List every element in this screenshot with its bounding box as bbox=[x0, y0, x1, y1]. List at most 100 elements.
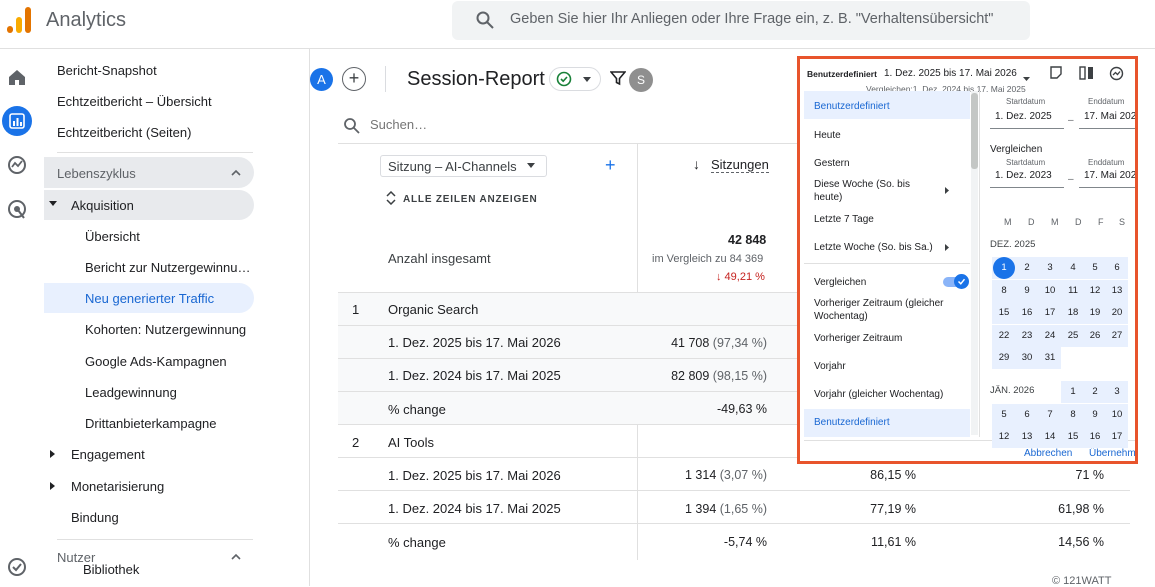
compare-prev-period[interactable]: Vorheriger Zeitraum bbox=[814, 332, 902, 345]
calendar-day[interactable]: 22 bbox=[993, 325, 1015, 347]
calendar-day[interactable]: 6 bbox=[1016, 404, 1038, 426]
caret-right-icon[interactable] bbox=[50, 450, 56, 458]
calendar-day[interactable]: 15 bbox=[993, 302, 1015, 324]
calendar-day[interactable]: 18 bbox=[1062, 302, 1084, 324]
calendar-day[interactable]: 30 bbox=[1016, 347, 1038, 369]
preset-scrollbar-thumb[interactable] bbox=[971, 93, 978, 169]
annotation-icon[interactable] bbox=[1049, 66, 1063, 80]
calendar-day[interactable]: 13 bbox=[1016, 426, 1038, 448]
caret-right-icon[interactable] bbox=[945, 187, 950, 194]
sidebar-item-cohorts[interactable]: Kohorten: Nutzergewinnung bbox=[85, 322, 246, 337]
calendar-day[interactable]: 11 bbox=[1062, 280, 1084, 302]
calendar-day[interactable]: 26 bbox=[1084, 325, 1106, 347]
cmp-start-date-field[interactable]: 1. Dez. 2023 bbox=[990, 166, 1064, 188]
sidebar-item-retention[interactable]: Bindung bbox=[71, 510, 119, 525]
compare-prev-year-weekday[interactable]: Vorjahr (gleicher Wochentag) bbox=[814, 388, 943, 401]
sidebar-item-realtime-pages[interactable]: Echtzeitbericht (Seiten) bbox=[57, 125, 191, 140]
sidebar-item-traffic-acquisition[interactable]: Neu generierter Traffic bbox=[85, 291, 214, 306]
advertising-icon[interactable] bbox=[6, 198, 28, 220]
calendar-day[interactable]: 5 bbox=[1084, 257, 1106, 279]
cmp-end-date-field[interactable]: 17. Mai 2024 bbox=[1079, 166, 1135, 188]
chevron-up-icon[interactable] bbox=[230, 168, 242, 178]
explore-icon[interactable] bbox=[6, 154, 28, 176]
caret-down-icon[interactable] bbox=[1023, 77, 1030, 82]
start-date-field[interactable]: 1. Dez. 2025 bbox=[990, 107, 1064, 129]
apply-button[interactable]: Übernehmen bbox=[1089, 448, 1135, 459]
calendar-day[interactable]: 27 bbox=[1106, 325, 1128, 347]
table-search-input[interactable] bbox=[370, 117, 570, 132]
calendar-day[interactable]: 7 bbox=[1039, 404, 1061, 426]
calendar-day[interactable]: 2 bbox=[1016, 257, 1038, 279]
calendar-day[interactable]: 12 bbox=[1084, 280, 1106, 302]
sidebar-item-lead-acquisition[interactable]: Leadgewinnung bbox=[85, 385, 177, 400]
calendar-day[interactable]: 19 bbox=[1084, 302, 1106, 324]
insights-icon[interactable] bbox=[1109, 66, 1124, 81]
calendar-day[interactable]: 15 bbox=[1062, 426, 1084, 448]
preset-last-week[interactable]: Letzte Woche (So. bis Sa.) bbox=[814, 241, 933, 254]
sidebar-item-third-party[interactable]: Drittanbieterkampagne bbox=[85, 416, 217, 431]
calendar-day[interactable]: 20 bbox=[1106, 302, 1128, 324]
calendar-day[interactable]: 2 bbox=[1084, 381, 1106, 403]
home-icon[interactable] bbox=[6, 66, 28, 88]
calendar-day[interactable]: 3 bbox=[1106, 381, 1128, 403]
search-input[interactable]: Geben Sie hier Ihr Anliegen oder Ihre Fr… bbox=[510, 11, 993, 27]
preset-last-7-days[interactable]: Letzte 7 Tage bbox=[814, 213, 874, 226]
calendar-day[interactable]: 24 bbox=[1039, 325, 1061, 347]
compare-prev-year[interactable]: Vorjahr bbox=[814, 360, 846, 373]
sidebar-item-google-ads[interactable]: Google Ads-Kampagnen bbox=[85, 354, 227, 369]
sidebar-item-realtime-overview[interactable]: Echtzeitbericht – Übersicht bbox=[57, 94, 212, 109]
end-date-field[interactable]: 17. Mai 2026 bbox=[1079, 107, 1135, 129]
calendar-day[interactable]: 23 bbox=[1016, 325, 1038, 347]
calendar-day[interactable]: 10 bbox=[1106, 404, 1128, 426]
calendar-day[interactable]: 31 bbox=[1039, 347, 1061, 369]
filter-icon[interactable] bbox=[610, 70, 626, 86]
calendar-day[interactable]: 10 bbox=[1039, 280, 1061, 302]
calendar-day[interactable]: 5 bbox=[993, 404, 1015, 426]
compare-custom[interactable]: Benutzerdefiniert bbox=[814, 416, 890, 429]
calendar-day[interactable]: 16 bbox=[1084, 426, 1106, 448]
show-all-rows-button[interactable]: ALLE ZEILEN ANZEIGEN bbox=[403, 194, 538, 205]
preset-today[interactable]: Heute bbox=[814, 129, 841, 142]
sidebar-item-user-acquisition[interactable]: Bericht zur Nutzergewinnu… bbox=[85, 260, 250, 275]
calendar-day[interactable]: 25 bbox=[1062, 325, 1084, 347]
calendar-day[interactable]: 14 bbox=[1039, 426, 1061, 448]
caret-right-icon[interactable] bbox=[945, 244, 950, 251]
sidebar-item-snapshot[interactable]: Bericht-Snapshot bbox=[57, 63, 157, 78]
chevron-up-icon[interactable] bbox=[230, 552, 242, 562]
calendar-day[interactable]: 17 bbox=[1039, 302, 1061, 324]
user-avatar[interactable]: S bbox=[629, 68, 653, 92]
sidebar-item-monetization[interactable]: Monetarisierung bbox=[71, 479, 164, 494]
range-value[interactable]: 1. Dez. 2025 bis 17. Mai 2026 bbox=[884, 68, 1017, 79]
add-dimension-button[interactable]: + bbox=[605, 155, 616, 176]
sidebar-item-library[interactable]: Bibliothek bbox=[83, 563, 139, 577]
caret-down-icon[interactable] bbox=[49, 201, 57, 207]
calendar-day[interactable]: 4 bbox=[1062, 257, 1084, 279]
calendar-day[interactable]: 9 bbox=[1016, 280, 1038, 302]
compare-columns-icon[interactable] bbox=[1079, 66, 1094, 80]
calendar-day[interactable]: 8 bbox=[993, 280, 1015, 302]
sidebar-item-acquisition[interactable]: Akquisition bbox=[71, 198, 134, 213]
add-comparison-button[interactable]: + bbox=[342, 67, 366, 91]
calendar-day[interactable]: 6 bbox=[1106, 257, 1128, 279]
sidebar-item-overview[interactable]: Übersicht bbox=[85, 229, 140, 244]
compare-prev-period-weekday[interactable]: Vorheriger Zeitraum (gleicher Wochentag) bbox=[814, 297, 964, 323]
sidebar-item-engagement[interactable]: Engagement bbox=[71, 447, 145, 462]
calendar-day[interactable]: 9 bbox=[1084, 404, 1106, 426]
calendar-day[interactable]: 16 bbox=[1016, 302, 1038, 324]
calendar-day[interactable]: 1 bbox=[993, 257, 1015, 279]
check-circle-icon[interactable] bbox=[6, 556, 28, 578]
preset-this-week[interactable]: Diese Woche (So. bis heute) bbox=[814, 178, 934, 204]
cancel-button[interactable]: Abbrechen bbox=[1024, 448, 1072, 459]
calendar-day[interactable]: 29 bbox=[993, 347, 1015, 369]
preset-custom[interactable]: Benutzerdefiniert bbox=[814, 100, 890, 113]
calendar-day[interactable]: 3 bbox=[1039, 257, 1061, 279]
calendar-day[interactable]: 17 bbox=[1106, 426, 1128, 448]
sidebar-section-lifecycle[interactable]: Lebenszyklus bbox=[57, 166, 136, 181]
calendar-day[interactable]: 12 bbox=[993, 426, 1015, 448]
comparison-avatar-a[interactable]: A bbox=[310, 68, 333, 91]
sort-desc-icon[interactable]: ↓ bbox=[693, 156, 700, 172]
calendar-day[interactable]: 13 bbox=[1106, 280, 1128, 302]
calendar-day[interactable]: 1 bbox=[1062, 381, 1084, 403]
caret-right-icon[interactable] bbox=[50, 482, 56, 490]
metric-header-sessions[interactable]: Sitzungen bbox=[711, 157, 769, 173]
